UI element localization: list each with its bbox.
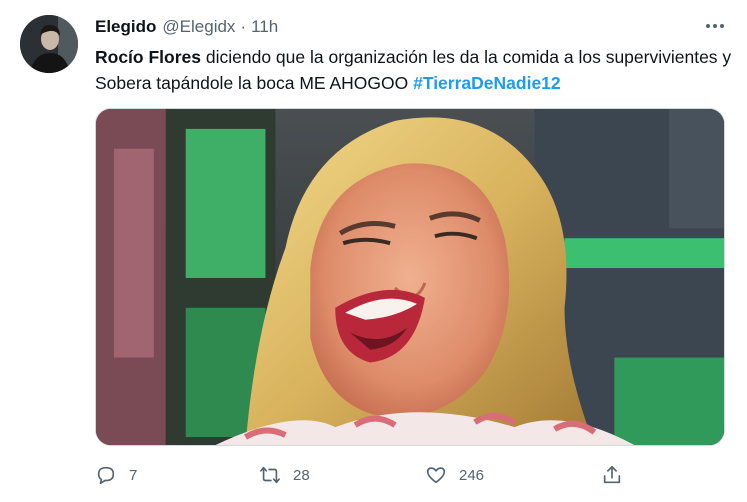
share-button[interactable] [601, 458, 623, 492]
more-horizontal-icon [703, 14, 727, 38]
author-handle[interactable]: @Elegidx [162, 17, 235, 37]
heart-icon [425, 464, 447, 486]
author-name[interactable]: Elegido [95, 17, 156, 37]
retweet-icon [259, 464, 281, 486]
retweet-count: 28 [293, 466, 310, 484]
tweet-media-image[interactable] [95, 108, 725, 446]
tweet-text: Rocío Flores diciendo que la organizació… [95, 44, 735, 96]
hashtag-link[interactable]: #TierraDeNadie12 [413, 73, 561, 93]
retweet-button[interactable]: 28 [259, 458, 310, 492]
more-options-button[interactable] [703, 14, 727, 38]
like-count: 246 [459, 466, 485, 484]
timestamp[interactable]: 11h [251, 17, 278, 37]
separator: · [240, 17, 247, 36]
tweet-actions: 7 28 246 [95, 458, 655, 492]
tweet-header: Elegido @Elegidx · 11h [95, 15, 278, 39]
reply-count: 7 [129, 466, 138, 484]
like-button[interactable]: 246 [425, 458, 484, 492]
reply-icon [95, 464, 117, 486]
share-icon [601, 464, 623, 486]
tweet-text-mention: Rocío Flores [95, 47, 201, 67]
reply-button[interactable]: 7 [95, 458, 137, 492]
tweet[interactable]: Elegido @Elegidx · 11h Rocío Flores dici… [0, 0, 747, 502]
avatar[interactable] [20, 15, 78, 73]
